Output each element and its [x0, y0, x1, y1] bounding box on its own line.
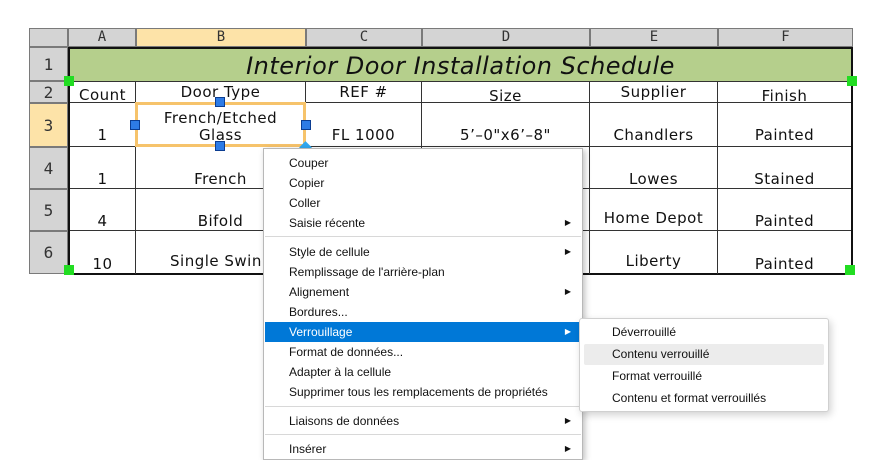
menu-item-inserer[interactable]: Insérer ▶ — [265, 439, 581, 459]
cell-ref[interactable]: FL 1000 — [306, 103, 422, 147]
menu-item-supprimer-remplacements[interactable]: Supprimer tous les remplacements de prop… — [265, 382, 581, 402]
menu-item-label: Supprimer tous les remplacements de prop… — [289, 385, 548, 399]
menu-item-label: Verrouillage — [289, 325, 353, 339]
submenu-item-deverrouille[interactable]: Déverrouillé — [584, 322, 824, 343]
header-cell-ref[interactable]: REF # — [306, 81, 422, 103]
cell-text: Painted — [754, 255, 815, 273]
menu-item-bordures[interactable]: Bordures... — [265, 302, 581, 322]
header-cell-size[interactable]: Size — [422, 81, 590, 105]
menu-item-remplissage[interactable]: Remplissage de l'arrière-plan — [265, 262, 581, 282]
submenu-item-contenu-et-format[interactable]: Contenu et format verrouillés — [584, 388, 824, 409]
cell-supplier[interactable]: Chandlers — [590, 103, 718, 147]
table-grip-bottom-right[interactable] — [845, 265, 855, 275]
header-label: Supplier — [620, 83, 687, 101]
menu-item-saisie-recente[interactable]: Saisie récente ▶ — [265, 213, 581, 233]
submenu-item-label: Contenu et format verrouillés — [612, 391, 767, 405]
row-header-4[interactable]: 4 — [29, 147, 68, 189]
cell-finish[interactable]: Painted — [718, 231, 851, 274]
corner-cell[interactable] — [29, 28, 68, 47]
submenu-arrow-icon: ▶ — [564, 327, 571, 336]
menu-item-label: Format de données... — [289, 345, 404, 359]
header-cell-supplier[interactable]: Supplier — [590, 81, 718, 103]
menu-item-label: Couper — [289, 156, 329, 170]
submenu-item-label: Déverrouillé — [612, 325, 677, 339]
cell-finish[interactable]: Painted — [718, 189, 851, 231]
menu-item-label: Bordures... — [289, 305, 348, 319]
menu-item-label: Adapter à la cellule — [289, 365, 392, 379]
cell-finish[interactable]: Stained — [718, 147, 851, 189]
submenu-arrow-icon: ▶ — [564, 218, 571, 227]
table-grip-top-left[interactable] — [64, 76, 74, 86]
menu-item-label: Liaisons de données — [289, 414, 400, 428]
menu-item-copier[interactable]: Copier — [265, 173, 581, 193]
table-grip-bottom-left[interactable] — [64, 265, 74, 275]
cell-text: 10 — [92, 255, 113, 273]
column-header-c[interactable]: C — [306, 28, 422, 47]
column-header-d[interactable]: D — [422, 28, 590, 47]
submenu-arrow-icon: ▶ — [564, 287, 571, 296]
menu-item-label: Style de cellule — [289, 245, 370, 259]
column-header-b[interactable]: B — [136, 28, 306, 47]
menu-item-couper[interactable]: Couper — [265, 153, 581, 173]
submenu-arrow-icon: ▶ — [564, 247, 571, 256]
table-grip-top-right[interactable] — [847, 76, 857, 86]
row-header-1[interactable]: 1 — [29, 47, 68, 81]
cell-supplier[interactable]: Home Depot — [590, 189, 718, 231]
cell-count[interactable]: 10 — [70, 231, 136, 274]
submenu-arrow-icon: ▶ — [564, 444, 571, 453]
cell-edit-handle-bottom[interactable] — [215, 141, 225, 151]
table-title: Interior Door Installation Schedule — [246, 52, 675, 80]
menu-item-liaisons-de-donnees[interactable]: Liaisons de données ▶ — [265, 411, 581, 431]
submenu-item-label: Contenu verrouillé — [612, 347, 710, 361]
title-row[interactable]: Interior Door Installation Schedule — [68, 47, 853, 81]
header-cell-finish[interactable]: Finish — [718, 81, 851, 105]
menu-item-alignement[interactable]: Alignement ▶ — [265, 282, 581, 302]
menu-item-style-de-cellule[interactable]: Style de cellule ▶ — [265, 242, 581, 262]
header-label: REF # — [339, 83, 388, 101]
menu-item-label: Alignement — [289, 285, 350, 299]
column-header-a[interactable]: A — [68, 28, 136, 47]
submenu-arrow-icon: ▶ — [564, 416, 571, 425]
menu-item-coller[interactable]: Coller — [265, 193, 581, 213]
cell-supplier[interactable]: Lowes — [590, 147, 718, 189]
cell-text: Liberty — [625, 252, 682, 270]
menu-item-label: Insérer — [289, 442, 327, 456]
menu-separator — [265, 236, 581, 237]
row-header-3[interactable]: 3 — [29, 103, 68, 147]
submenu-verrouillage: Déverrouillé Contenu verrouillé Format v… — [579, 318, 829, 412]
menu-item-label: Remplissage de l'arrière-plan — [289, 265, 445, 279]
context-menu: Couper Copier Coller Saisie récente ▶ Sty… — [263, 148, 583, 460]
submenu-item-label: Format verrouillé — [612, 369, 703, 383]
cell-edit-handle-left[interactable] — [130, 120, 140, 130]
cell-size[interactable]: 5’–0"x6’–8" — [422, 103, 590, 147]
menu-item-label: Saisie récente — [289, 216, 366, 230]
cell-count[interactable]: 1 — [70, 103, 136, 147]
column-header-e[interactable]: E — [590, 28, 718, 47]
row-header-6[interactable]: 6 — [29, 231, 68, 274]
column-header-f[interactable]: F — [718, 28, 853, 47]
menu-item-adapter-a-la-cellule[interactable]: Adapter à la cellule — [265, 362, 581, 382]
menu-separator — [265, 406, 581, 407]
submenu-item-contenu-verrouille[interactable]: Contenu verrouillé — [584, 344, 824, 365]
menu-separator — [265, 434, 581, 435]
cell-edit-handle-right[interactable] — [301, 120, 311, 130]
row-header-2[interactable]: 2 — [29, 81, 68, 103]
cell-supplier[interactable]: Liberty — [590, 231, 718, 274]
cell-count[interactable]: 4 — [70, 189, 136, 231]
menu-item-format-de-donnees[interactable]: Format de données... — [265, 342, 581, 362]
row-header-5[interactable]: 5 — [29, 189, 68, 231]
cell-count[interactable]: 1 — [70, 147, 136, 189]
header-cell-count[interactable]: Count — [70, 81, 136, 104]
menu-item-verrouillage[interactable]: Verrouillage ▶ — [265, 322, 581, 342]
menu-item-label: Coller — [289, 196, 321, 210]
cell-edit-handle-top[interactable] — [215, 97, 225, 107]
menu-item-label: Copier — [289, 176, 325, 190]
submenu-item-format-verrouille[interactable]: Format verrouillé — [584, 366, 824, 387]
cell-finish[interactable]: Painted — [718, 103, 851, 147]
